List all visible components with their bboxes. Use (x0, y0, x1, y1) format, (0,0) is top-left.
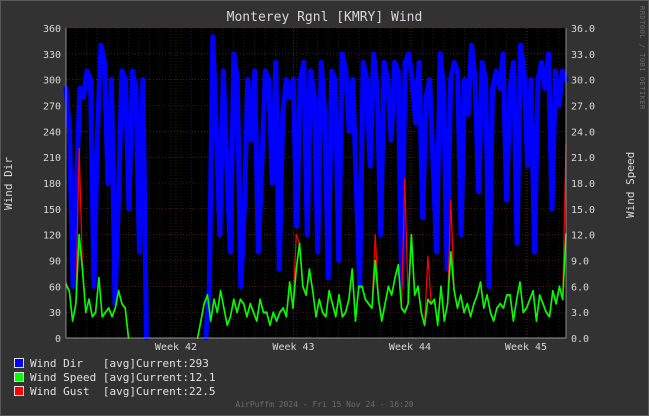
y-tick-label-right: 27.0 (571, 102, 595, 113)
y-tick-label-right: 3.0 (571, 308, 589, 319)
series-wind-dir-segment (94, 42, 104, 134)
y-tick-label-left: 180 (43, 179, 61, 190)
y-tick-label-right: 0.0 (571, 334, 589, 345)
series-wind-dir-segment (98, 42, 107, 65)
series-wind-dir-segment (476, 59, 485, 195)
y-tick-label-right: 18.0 (571, 179, 595, 190)
series-wind-dir-segment (420, 94, 429, 220)
y-tick-label-right: 15.0 (571, 205, 595, 216)
series-wind-dir-segment (231, 51, 240, 83)
y-tick-label-left: 270 (43, 102, 61, 113)
series-wind-dir-segment (378, 59, 387, 238)
series-wind-dir-segment (210, 34, 219, 134)
series-wind-dir-segment (126, 68, 135, 212)
legend-label-wind-speed: Wind Speed [avg] (30, 370, 136, 384)
y-tick-label-left: 360 (43, 24, 61, 35)
series-wind-dir-segment (514, 42, 524, 246)
series-wind-dir-segment (255, 163, 265, 255)
series-wind-dir-segment (227, 51, 237, 255)
y-tick-label-left: 210 (43, 153, 61, 164)
y-tick-label-right: 24.0 (571, 127, 595, 138)
legend-swatch-wind-dir (14, 358, 24, 368)
legend-current-label-wind-gust: Current: (135, 384, 189, 398)
y-tick-label-left: 150 (43, 205, 61, 216)
y-tick-label-right: 30.0 (571, 76, 595, 87)
series-wind-dir-segment (325, 68, 335, 281)
series-wind-dir-segment (115, 68, 125, 203)
y-tick-label-right: 33.0 (571, 50, 595, 61)
series-wind-dir-segment (220, 68, 230, 169)
series-wind-dir-segment (336, 51, 345, 263)
y-tick-label-left: 90 (49, 257, 61, 268)
series-wind-dir-segment (308, 68, 317, 100)
series-wind-dir-segment (140, 77, 149, 341)
y-tick-label-left: 60 (49, 282, 61, 293)
y-tick-label-right: 21.0 (571, 153, 595, 164)
series-wind-dir-segment (518, 42, 527, 74)
legend-current-label-wind-speed: Current: (135, 370, 189, 384)
series-wind-dir-segment (203, 283, 212, 341)
series-wind-dir-segment (63, 85, 72, 134)
legend-label-wind-dir: Wind Dir [avg] (30, 356, 136, 370)
legend-current-wind-speed: 12.1 (188, 370, 216, 384)
legend-swatch-wind-speed (14, 372, 24, 382)
series-wind-dir-segment (486, 85, 496, 289)
series-wind-dir-segment (129, 68, 139, 91)
series-wind-dir-segment (91, 128, 100, 289)
series-wind-dir-segment (318, 59, 328, 117)
y-tick-label-left: 330 (43, 50, 61, 61)
x-tick-label: Week 43 (272, 342, 314, 353)
series-wind-dir-segment (427, 77, 436, 169)
series-wind-dir-segment (350, 77, 359, 186)
chart-plot: 0 0.0 30 3.0 60 6.0 90 9.0 120 12.0 150 15.0 180 18.0… (43, 24, 595, 353)
y-tick-label-right: 36.0 (571, 24, 595, 35)
series-wind-dir-segment (504, 85, 513, 203)
series-wind-dir-segment (388, 59, 398, 143)
series-wind-dir-segment (371, 51, 380, 91)
series-wind-dir-segment (259, 68, 268, 169)
x-tick-label: Week 45 (505, 342, 547, 353)
series-wind-dir-segment (406, 51, 415, 83)
series-wind-dir-segment (357, 59, 366, 289)
x-tick-label: Week 42 (155, 342, 197, 353)
legend-item-wind-dir: Wind Dir [avg] Current: 293 (14, 356, 215, 370)
y-tick-label-right: 12.0 (571, 231, 595, 242)
series-wind-dir-segment (549, 68, 559, 212)
legend-swatch-wind-gust (14, 386, 24, 396)
series-wind-dir-segment (532, 77, 541, 255)
series-wind-dir-segment (112, 197, 121, 307)
series-wind-dir-segment (458, 77, 468, 238)
series-wind-dir-segment (276, 111, 286, 272)
y-tick-label-left: 300 (43, 76, 61, 87)
legend-current-wind-gust: 22.5 (188, 384, 216, 398)
series-wind-dir-segment (360, 59, 370, 83)
series-wind-dir-segment (339, 51, 349, 74)
legend-item-wind-speed: Wind Speed [avg] Current: 12.1 (14, 370, 215, 384)
series-wind-dir-segment (469, 42, 478, 83)
y-tick-label-right: 6.0 (571, 282, 589, 293)
legend-item-wind-gust: Wind Gust [avg] Current: 22.5 (14, 384, 215, 398)
footer: AirPuffm 2024 - Fri 15 Nov 24 - 16:20 (235, 400, 414, 409)
x-tick-label: Week 44 (389, 342, 431, 353)
series-wind-dir-segment (294, 77, 303, 229)
y-tick-label-left: 30 (49, 308, 61, 319)
series-wind-dir-segment (479, 59, 489, 83)
y-tick-label-left: 120 (43, 231, 61, 242)
y-tick-label-left: 240 (43, 127, 61, 138)
y-tick-label-right: 9.0 (571, 257, 589, 268)
series-wind-dir-segment (434, 51, 443, 255)
legend-current-wind-dir: 293 (188, 356, 209, 370)
y-tick-label-left: 0 (55, 334, 61, 345)
series-wind-dir-segment (304, 68, 314, 238)
series-wind-dir-segment (381, 59, 391, 83)
series-wind-dir-segment (560, 68, 569, 83)
legend: Wind Dir [avg] Current: 293 Wind Speed [… (14, 356, 215, 398)
legend-current-label-wind-dir: Current: (135, 356, 189, 370)
series-wind-dir-segment (238, 206, 247, 289)
series-wind-dir-segment (437, 51, 447, 91)
legend-label-wind-gust: Wind Gust [avg] (30, 384, 136, 398)
